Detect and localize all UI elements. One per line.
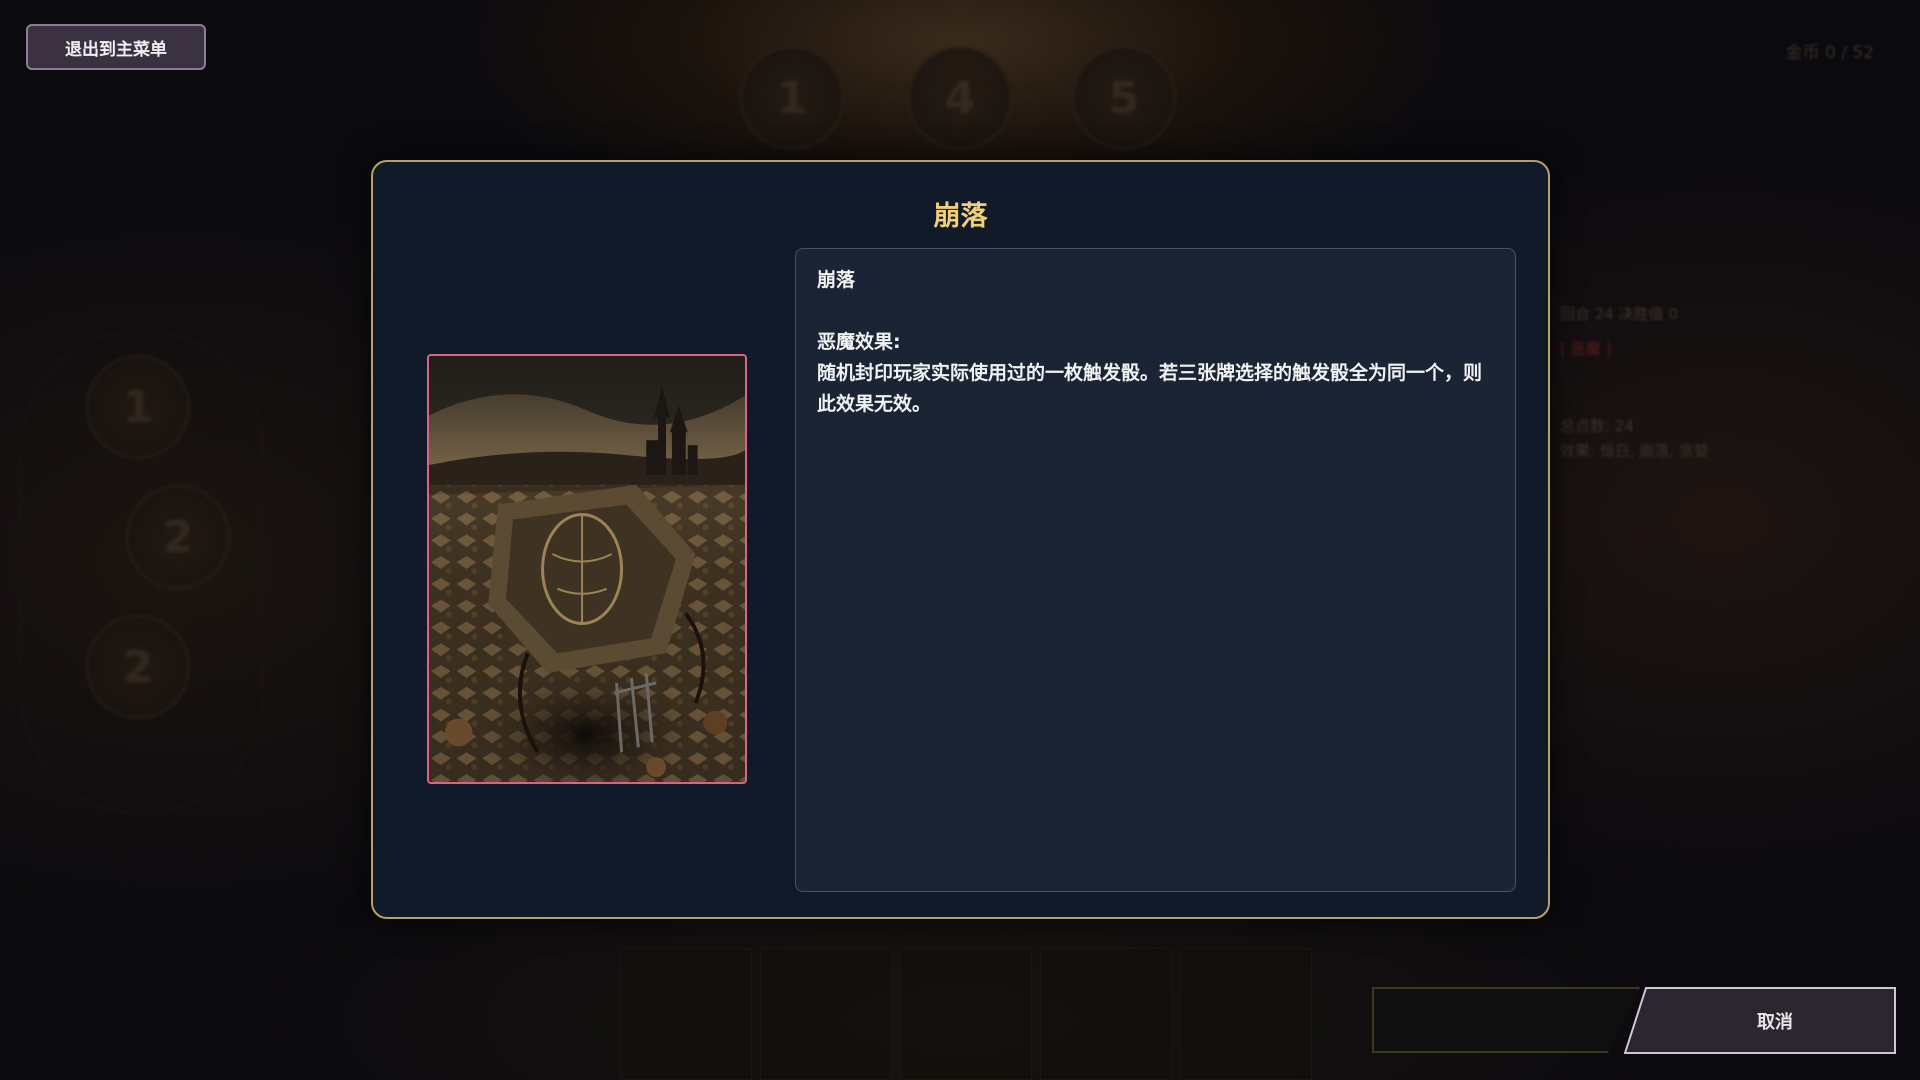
bg-die: 5: [1072, 46, 1176, 150]
effect-text: 随机封印玩家实际使用过的一枚触发骰。若三张牌选择的触发骰全为同一个，则此效果无效…: [817, 362, 1483, 415]
gold-readout: 金币 0 / 52: [1785, 43, 1874, 63]
bg-hand-card: [900, 948, 1032, 1080]
bg-info-line: 回合 24 决胜值 0: [1560, 305, 1678, 323]
cancel-button[interactable]: 取消: [1624, 987, 1896, 1054]
card-name: 崩落: [817, 269, 856, 291]
collapse-landscape-illustration: [429, 356, 745, 782]
exit-to-main-menu-button[interactable]: 退出到主菜单: [26, 24, 206, 70]
modal-title: 崩落: [933, 201, 988, 232]
bg-die-value: 1: [776, 72, 808, 124]
bg-die: 2: [86, 615, 190, 719]
bg-die: 1: [740, 46, 844, 150]
game-screen: 1 4 5 1 2 2 回合 24 决胜值 0 [ 恶魔 ] 总点数: 24 效…: [0, 0, 1920, 1080]
bg-hand-card: [620, 948, 752, 1080]
bg-info-line: 效果: 恒日, 崩落, 贪婪: [1560, 442, 1709, 460]
bg-die-value: 1: [122, 381, 154, 433]
bg-hand-card: [1040, 948, 1172, 1080]
bg-info-line: 总点数: 24: [1560, 417, 1634, 435]
card-artwork: [427, 354, 747, 784]
bg-hand-card: [1180, 948, 1312, 1080]
card-description-panel: 崩落 恶魔效果: 随机封印玩家实际使用过的一枚触发骰。若三张牌选择的触发骰全为同…: [795, 248, 1516, 892]
bg-die: 1: [86, 355, 190, 459]
bg-die: 4: [908, 46, 1012, 150]
bg-die: 2: [126, 485, 230, 589]
effect-heading: 恶魔效果:: [817, 331, 901, 353]
cancel-button-label: 取消: [1757, 1011, 1793, 1033]
bg-die-value: 2: [162, 511, 194, 563]
bg-hand-card: [760, 948, 892, 1080]
confirm-button-disabled[interactable]: [1372, 987, 1640, 1053]
bg-die-value: 5: [1108, 72, 1140, 124]
bg-info-line: [ 恶魔 ]: [1560, 340, 1612, 358]
bg-die-value: 2: [122, 641, 154, 693]
bg-die-value: 4: [944, 72, 976, 124]
card-detail-modal: 崩落 崩落 恶魔效果: 随机封印玩家实际使用过的一枚触发骰。若三张牌选择的触发骰…: [371, 160, 1550, 919]
